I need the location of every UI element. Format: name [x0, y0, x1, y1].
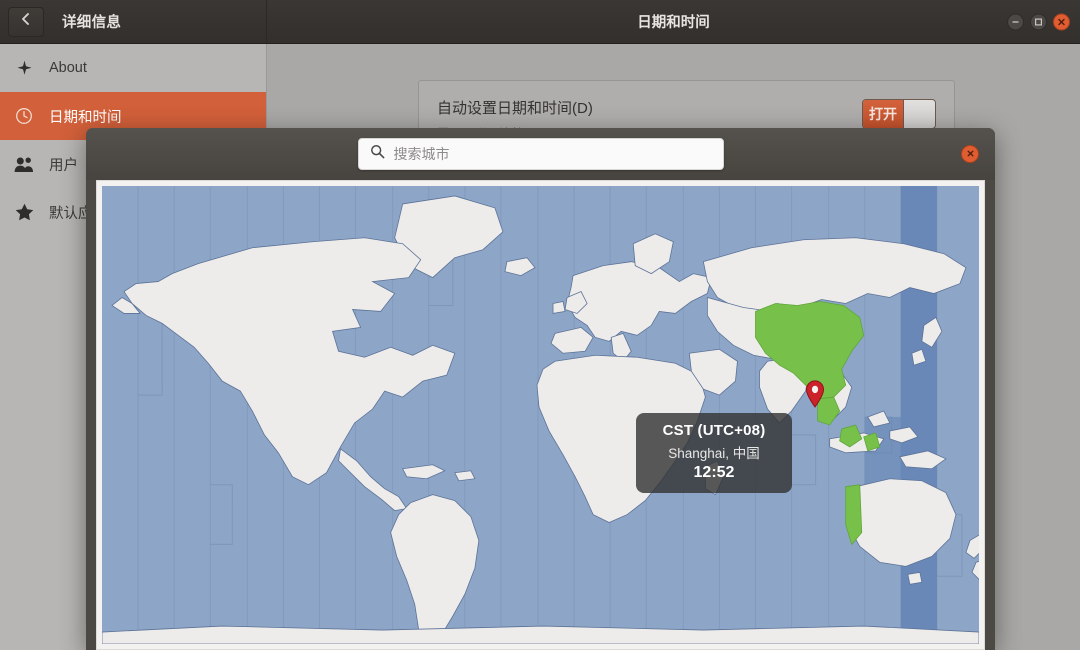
maximize-button[interactable] [1030, 13, 1047, 30]
tooltip-time: 12:52 [646, 464, 782, 482]
world-map-svg [102, 186, 979, 644]
close-icon [966, 145, 975, 163]
auto-datetime-toggle[interactable]: 打开 [862, 99, 936, 129]
search-placeholder: 搜索城市 [394, 144, 450, 164]
search-icon [370, 144, 385, 164]
minimize-icon [1011, 17, 1020, 26]
minimize-button[interactable] [1007, 13, 1024, 30]
chevron-left-icon [19, 12, 33, 31]
close-button[interactable] [1053, 13, 1070, 30]
back-button[interactable] [8, 7, 44, 37]
sidebar-item-about[interactable]: About [0, 44, 266, 92]
window-title: 日期和时间 [637, 11, 710, 32]
maximize-icon [1034, 17, 1043, 26]
tooltip-zone: CST (UTC+08) [646, 422, 782, 439]
titlebar-right-section: 日期和时间 [267, 0, 1080, 43]
window-controls [1007, 13, 1070, 30]
map-pin-icon [805, 380, 825, 408]
auto-datetime-title: 自动设置日期和时间(D) [437, 97, 862, 118]
panel-title: 详细信息 [62, 11, 121, 32]
sidebar-item-label: About [49, 60, 87, 76]
window-titlebar: 详细信息 日期和时间 [0, 0, 1080, 44]
star-icon [13, 203, 35, 221]
tooltip-city: Shanghai, 中国 [646, 442, 782, 462]
timezone-tooltip: CST (UTC+08) Shanghai, 中国 12:52 [636, 413, 792, 493]
timezone-dialog-close-button[interactable] [961, 145, 979, 163]
sparkle-icon [13, 60, 35, 77]
close-icon [1057, 17, 1066, 26]
search-input[interactable]: 搜索城市 [358, 138, 724, 170]
clock-icon [13, 107, 35, 125]
timezone-dialog: 搜索城市 [86, 128, 995, 650]
timezone-dialog-header: 搜索城市 [86, 128, 995, 180]
titlebar-left-section: 详细信息 [0, 0, 267, 43]
toggle-on-label: 打开 [863, 100, 903, 128]
screen: 详细信息 日期和时间 [0, 0, 1080, 650]
toggle-knob [903, 100, 935, 128]
sidebar-item-label: 日期和时间 [49, 106, 122, 127]
timezone-map[interactable]: CST (UTC+08) Shanghai, 中国 12:52 [102, 186, 979, 644]
users-icon [13, 156, 35, 173]
sidebar-item-label: 用户 [49, 154, 78, 175]
timezone-map-frame: CST (UTC+08) Shanghai, 中国 12:52 [96, 180, 985, 650]
